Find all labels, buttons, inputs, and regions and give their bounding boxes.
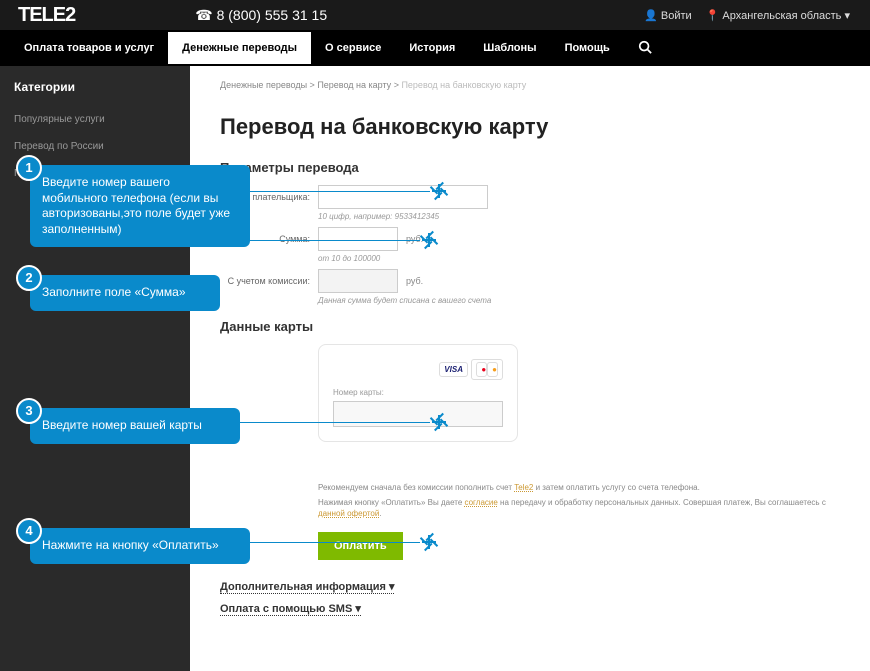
- logo: TELE2: [18, 4, 75, 27]
- cardnum-label: Номер карты:: [333, 388, 503, 397]
- comm-input: [318, 269, 398, 293]
- callout-4-burst: [420, 533, 438, 551]
- callout-2-num: 2: [16, 265, 42, 291]
- callout-2-burst: [420, 231, 438, 249]
- callout-3-text: Введите номер вашей карты: [42, 418, 202, 432]
- section-card: Данные карты: [220, 319, 840, 334]
- phone-text: 8 (800) 555 31 15: [217, 7, 328, 23]
- section-params: Параметры перевода: [220, 160, 840, 175]
- crumb-3: Перевод на банковскую карту: [401, 80, 526, 90]
- notice2-b: на передачу и обработку персональных дан…: [498, 498, 826, 507]
- login-link[interactable]: 👤 Войти: [644, 9, 692, 22]
- expand-info-text: Дополнительная информация: [220, 581, 386, 593]
- expand-sms-text: Оплата с помощью SMS: [220, 603, 352, 615]
- breadcrumb: Денежные переводы > Перевод на карту > П…: [220, 80, 840, 90]
- menu-about[interactable]: О сервисе: [311, 32, 395, 64]
- visa-icon: VISA: [439, 362, 468, 377]
- callout-4-text: Нажмите на кнопку «Оплатить»: [42, 538, 219, 552]
- callout-4: 4 Нажмите на кнопку «Оплатить»: [30, 528, 250, 564]
- callout-2: 2 Заполните поле «Сумма»: [30, 275, 220, 311]
- callout-4-num: 4: [16, 518, 42, 544]
- comm-hint: Данная сумма будет списана с вашего счет…: [318, 296, 840, 305]
- expand-sms[interactable]: Оплата с помощью SMS ▾: [220, 602, 361, 616]
- main-content: Денежные переводы > Перевод на карту > П…: [190, 66, 870, 671]
- page-title: Перевод на банковскую карту: [220, 114, 840, 140]
- cardnum-input[interactable]: [333, 401, 503, 427]
- search-icon[interactable]: [624, 30, 666, 67]
- offer-link[interactable]: данной офертой: [318, 509, 379, 518]
- tele2-link[interactable]: Tele2: [514, 483, 533, 492]
- sum-hint: от 10 до 100000: [318, 254, 840, 263]
- region-link[interactable]: 📍 Архангельская область ▾: [706, 9, 850, 22]
- crumb-2[interactable]: Перевод на карту: [317, 80, 391, 90]
- comm-label: С учетом комиссии:: [220, 276, 310, 286]
- callout-1: 1 Введите номер вашего мобильного телефо…: [30, 165, 250, 247]
- phone-hint: 10 цифр, например: 9533412345: [318, 212, 840, 221]
- comm-unit: руб.: [406, 276, 423, 286]
- card-area: VISA ●● Номер карты:: [318, 344, 518, 442]
- notice1-b: и затем оплатить услугу со счета телефон…: [533, 483, 700, 492]
- crumb-1[interactable]: Денежные переводы: [220, 80, 307, 90]
- callout-3-line: [240, 422, 430, 423]
- callout-4-line: [250, 542, 420, 543]
- menu-help[interactable]: Помощь: [551, 32, 624, 64]
- mastercard-icon: ●●: [471, 359, 503, 380]
- callout-3-burst: [430, 413, 448, 431]
- callout-1-line: [250, 191, 430, 192]
- login-text: Войти: [661, 10, 692, 22]
- pay-button[interactable]: Оплатить: [318, 532, 403, 560]
- region-text: Архангельская область: [722, 10, 841, 22]
- notice2-a: Нажимая кнопку «Оплатить» Вы даете: [318, 498, 465, 507]
- callout-2-line: [220, 240, 420, 241]
- menu-history[interactable]: История: [395, 32, 469, 64]
- menu-bar: Оплата товаров и услуг Денежные переводы…: [0, 30, 870, 66]
- consent-link[interactable]: согласие: [465, 498, 498, 507]
- phone-input[interactable]: [318, 185, 488, 209]
- callout-1-burst: [430, 182, 448, 200]
- notice-recommend: Рекомендуем сначала без комиссии пополни…: [318, 482, 840, 493]
- menu-templates[interactable]: Шаблоны: [469, 32, 550, 64]
- top-bar: TELE2 ☎ 8 (800) 555 31 15 👤 Войти 📍 Арха…: [0, 0, 870, 30]
- sidebar-title: Категории: [0, 80, 190, 106]
- callout-3: 3 Введите номер вашей карты: [30, 408, 240, 444]
- notice1-a: Рекомендуем сначала без комиссии пополни…: [318, 483, 514, 492]
- expand-info[interactable]: Дополнительная информация ▾: [220, 580, 394, 594]
- phone-number: ☎ 8 (800) 555 31 15: [195, 7, 327, 24]
- callout-1-num: 1: [16, 155, 42, 181]
- callout-1-text: Введите номер вашего мобильного телефона…: [42, 175, 230, 236]
- sum-input[interactable]: [318, 227, 398, 251]
- menu-transfers[interactable]: Денежные переводы: [168, 32, 311, 64]
- callout-3-num: 3: [16, 398, 42, 424]
- sidebar-item-popular[interactable]: Популярные услуги: [0, 106, 190, 133]
- menu-payments[interactable]: Оплата товаров и услуг: [10, 32, 168, 64]
- callout-2-text: Заполните поле «Сумма»: [42, 285, 186, 299]
- notice-agree: Нажимая кнопку «Оплатить» Вы даете согла…: [318, 497, 840, 519]
